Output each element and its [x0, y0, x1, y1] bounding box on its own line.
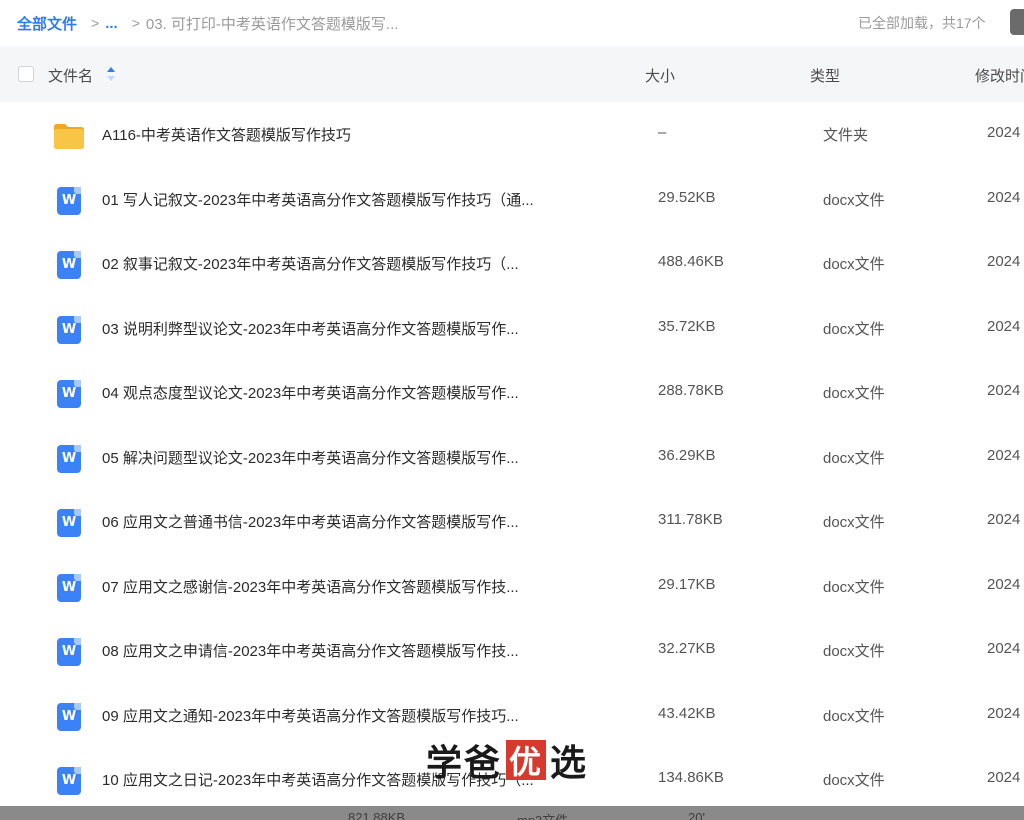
file-name[interactable]: 08 应用文之申请信-2023年中考英语高分作文答题模版写作技...	[102, 640, 519, 661]
file-modified: 2024	[987, 124, 1021, 141]
file-modified: 2024	[987, 511, 1021, 528]
select-all-checkbox[interactable]	[18, 66, 34, 82]
file-modified: 2024	[987, 704, 1021, 722]
column-header-type[interactable]: 类型	[810, 65, 840, 86]
word-doc-icon: W	[53, 638, 85, 666]
file-modified: 2024	[987, 253, 1021, 270]
file-type: docx文件	[823, 320, 885, 338]
file-name[interactable]: 07 应用文之感谢信-2023年中考英语高分作文答题模版写作技...	[102, 576, 519, 597]
word-doc-icon: W	[53, 509, 85, 537]
file-row[interactable]: W 02 叙事记叙文-2023年中考英语高分作文答题模版写作技巧（... 488…	[0, 231, 1024, 296]
file-size: 43.42KB	[658, 704, 716, 722]
word-doc-icon: W	[53, 444, 85, 473]
file-size: 29.52KB	[658, 188, 716, 206]
column-header-size[interactable]: 大小	[645, 65, 675, 86]
file-name[interactable]: 01 写人记叙文-2023年中考英语高分作文答题模版写作技巧（通...	[102, 189, 534, 210]
file-row[interactable]: W 05 解决问题型议论文-2023年中考英语高分作文答题模版写作... 36.…	[0, 425, 1024, 490]
word-doc-icon: W	[53, 573, 85, 602]
word-doc-icon: W	[53, 315, 85, 344]
file-modified: 2024	[987, 188, 1021, 206]
column-header-modified[interactable]: 修改时间	[975, 65, 1024, 86]
file-modified: 2024	[987, 317, 1021, 335]
file-size: 32.27KB	[658, 640, 716, 657]
file-type: docx文件	[823, 514, 885, 531]
file-size: 288.78KB	[658, 382, 724, 399]
partial-file-row[interactable]: 821.88KB mp3文件 20'	[0, 806, 1024, 820]
file-size: 488.46KB	[658, 253, 724, 270]
file-size: 311.78KB	[658, 511, 723, 528]
file-name[interactable]: 04 观点态度型议论文-2023年中考英语高分作文答题模版写作...	[102, 382, 519, 403]
file-name[interactable]: 02 叙事记叙文-2023年中考英语高分作文答题模版写作技巧（...	[102, 253, 519, 274]
breadcrumb-separator: >	[131, 15, 140, 31]
breadcrumb-separator: >	[91, 15, 100, 31]
column-header-name[interactable]: 文件名	[48, 65, 93, 86]
file-type: docx文件	[823, 772, 885, 789]
file-name[interactable]: 05 解决问题型议论文-2023年中考英语高分作文答题模版写作...	[102, 447, 519, 468]
file-name[interactable]: A116-中考英语作文答题模版写作技巧	[102, 124, 351, 145]
file-type: docx文件	[823, 643, 885, 660]
file-modified: 2024	[987, 446, 1021, 464]
file-size: 821.88KB	[348, 810, 406, 820]
file-row[interactable]: W 06 应用文之普通书信-2023年中考英语高分作文答题模版写作... 311…	[0, 489, 1024, 554]
file-modified: 2024	[987, 382, 1021, 399]
file-modified: 2024	[987, 640, 1021, 657]
file-type: docx文件	[823, 191, 885, 209]
file-row[interactable]: W 07 应用文之感谢信-2023年中考英语高分作文答题模版写作技... 29.…	[0, 554, 1024, 619]
breadcrumb-root-link[interactable]: 全部文件	[17, 13, 77, 34]
file-row[interactable]: A116-中考英语作文答题模版写作技巧 – 文件夹 2024	[0, 102, 1024, 167]
file-type: docx文件	[823, 449, 885, 467]
word-doc-icon: W	[53, 767, 85, 795]
file-type: docx文件	[823, 256, 885, 273]
file-size: 29.17KB	[658, 575, 716, 593]
file-type: mp3文件	[517, 810, 568, 820]
file-type: docx文件	[823, 385, 885, 402]
file-size: 36.29KB	[658, 446, 716, 464]
file-row[interactable]: W 04 观点态度型议论文-2023年中考英语高分作文答题模版写作... 288…	[0, 360, 1024, 425]
file-list-header: 文件名 大小 类型 修改时间	[0, 46, 1024, 102]
file-name[interactable]: 09 应用文之通知-2023年中考英语高分作文答题模版写作技巧...	[102, 705, 519, 726]
watermark-text: 学爸	[426, 742, 503, 784]
word-doc-icon: W	[53, 251, 85, 279]
file-type: docx文件	[823, 707, 885, 725]
word-doc-icon: W	[53, 186, 85, 215]
file-size: –	[658, 124, 667, 141]
load-status-text: 已全部加载，共17个	[858, 15, 986, 31]
breadcrumb-ellipsis-link[interactable]: ...	[105, 15, 118, 32]
sort-icon[interactable]	[106, 66, 116, 82]
watermark-logo: 学爸 优 选	[426, 738, 588, 784]
folder-icon	[53, 122, 85, 150]
breadcrumb-current-folder: 03. 可打印-中考英语作文答题模版写...	[145, 15, 399, 33]
file-row[interactable]: W 08 应用文之申请信-2023年中考英语高分作文答题模版写作技... 32.…	[0, 618, 1024, 683]
file-size: 35.72KB	[658, 317, 716, 335]
file-modified: 2024	[987, 769, 1021, 786]
file-type: docx文件	[823, 578, 885, 596]
file-name[interactable]: 03 说明利弊型议论文-2023年中考英语高分作文答题模版写作...	[102, 318, 519, 339]
top-right-button[interactable]	[1010, 9, 1024, 35]
file-row[interactable]: W 01 写人记叙文-2023年中考英语高分作文答题模版写作技巧（通... 29…	[0, 167, 1024, 232]
watermark-text: 选	[550, 742, 589, 784]
file-row[interactable]: W 03 说明利弊型议论文-2023年中考英语高分作文答题模版写作... 35.…	[0, 296, 1024, 361]
file-name[interactable]: 06 应用文之普通书信-2023年中考英语高分作文答题模版写作...	[102, 511, 519, 532]
watermark-seal: 优	[506, 740, 547, 781]
file-modified: 2024	[987, 575, 1021, 593]
file-size: 134.86KB	[658, 769, 724, 786]
file-type: 文件夹	[823, 127, 869, 144]
word-doc-icon: W	[53, 380, 85, 408]
file-modified: 20'	[688, 810, 705, 820]
file-list: A116-中考英语作文答题模版写作技巧 – 文件夹 2024 W 01 写人记叙…	[0, 102, 1024, 812]
word-doc-icon: W	[53, 702, 85, 731]
